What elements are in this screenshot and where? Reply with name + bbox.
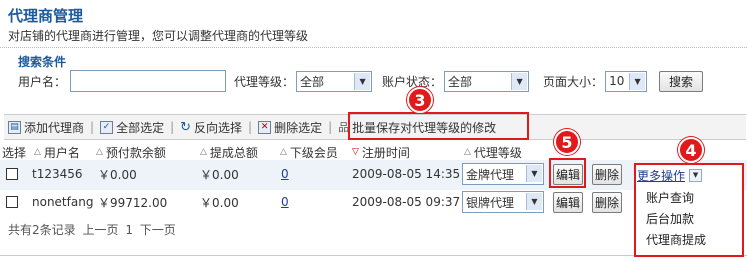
select-all-button[interactable]: ✓ 全部选定: [96, 119, 168, 136]
pagesize-label: 页面大小：: [543, 74, 604, 89]
pagesize-select[interactable]: 10 ▼: [605, 70, 648, 92]
edit-button[interactable]: 编辑: [553, 191, 583, 213]
username-label: 用户名：: [18, 74, 67, 89]
column-prepaid-label: 预付款余额: [105, 145, 166, 160]
column-prepaid[interactable]: △ 预付款余额: [96, 144, 166, 161]
delete-selected-label: 删除选定: [274, 120, 323, 135]
sort-down-icon: ▽: [352, 147, 359, 157]
page-subtitle: 对店铺的代理商进行管理，您可以调整代理商的代理等级: [8, 29, 309, 43]
row-checkbox[interactable]: [6, 196, 18, 208]
add-user-icon: ▤: [8, 120, 21, 134]
page-title: 代理商管理: [8, 7, 84, 25]
cell-prepaid: ￥99712.00: [98, 195, 168, 210]
table-header: 选择 △ 用户名 △ 预付款余额 △ 提成总额 △ 下级会员 ▽ 注册时间 △ 代理等级: [0, 142, 747, 162]
level-select[interactable]: 全部 ▼: [296, 70, 373, 92]
record-count: 共有2条记录: [8, 223, 76, 237]
column-level-label: 代理等级: [473, 145, 522, 160]
status-select[interactable]: 全部 ▼: [444, 70, 530, 92]
invert-selection-button[interactable]: ↻ 反向选择: [176, 119, 246, 136]
cell-regtime: 2009-08-05 09:37: [352, 195, 461, 209]
column-username-label: 用户名: [43, 145, 80, 160]
cell-withdraw: ￥0.00: [200, 167, 239, 182]
sort-up-icon: △: [96, 147, 103, 157]
delete-icon: ✕: [258, 120, 272, 134]
row-level-value: 金牌代理: [466, 167, 515, 182]
sort-up-icon: △: [280, 147, 287, 157]
add-agent-label: 添加代理商: [24, 120, 85, 135]
cell-regtime: 2009-08-05 14:35: [352, 167, 461, 181]
menu-item-backend-topup[interactable]: 后台加款: [646, 210, 694, 227]
divider: |: [170, 120, 175, 134]
annotation-badge: 5: [554, 129, 580, 155]
page-header: 代理商管理 对店铺的代理商进行管理，您可以调整代理商的代理等级: [0, 0, 747, 48]
username-input[interactable]: [70, 70, 227, 92]
sort-up-icon: △: [464, 147, 471, 157]
delete-button[interactable]: 删除: [592, 191, 622, 213]
more-actions-toggle[interactable]: 更多操作 ▼: [637, 167, 703, 184]
level-select-value: 全部: [300, 74, 325, 89]
cell-username: nonetfang: [32, 195, 94, 209]
cell-members-link[interactable]: 0: [281, 160, 289, 188]
search-bar: 用户名： 代理等级： 全部 ▼ 账户状态： 全部 ▼ 页面大小： 10 ▼ 搜索: [8, 68, 740, 94]
row-checkbox[interactable]: [6, 168, 18, 180]
column-members-label: 下级会员: [289, 145, 338, 160]
row-level-select[interactable]: 银牌代理 ▼: [462, 191, 544, 213]
column-members[interactable]: △ 下级会员: [280, 144, 338, 161]
sort-up-icon: △: [200, 147, 207, 157]
chevron-down-icon: ▼: [526, 165, 542, 182]
select-all-label: 全部选定: [116, 120, 165, 135]
invert-selection-label: 反向选择: [194, 120, 243, 135]
column-level[interactable]: △ 代理等级: [464, 144, 522, 161]
chevron-down-icon: ▼: [354, 72, 371, 90]
status-label: 账户状态：: [382, 74, 443, 89]
sort-up-icon: △: [34, 147, 41, 157]
next-page-link[interactable]: 下一页: [140, 223, 176, 237]
more-actions-menu: 更多操作 ▼ 账户查询 后台加款 代理商提成: [634, 163, 744, 257]
divider: |: [90, 120, 95, 134]
column-regtime-label: 注册时间: [361, 145, 410, 160]
highlight-box-edit: [549, 158, 586, 188]
cell-members-link[interactable]: 0: [281, 188, 289, 216]
column-withdraw-label: 提成总额: [209, 145, 258, 160]
level-label: 代理等级：: [234, 74, 295, 89]
prev-page-link[interactable]: 上一页: [82, 223, 118, 237]
cell-prepaid: ￥0.00: [98, 167, 137, 182]
column-select: 选择: [2, 145, 27, 160]
delete-selected-button[interactable]: ✕ 删除选定: [254, 119, 326, 136]
refresh-icon: ↻: [180, 119, 192, 135]
menu-item-account-query[interactable]: 账户查询: [646, 189, 694, 206]
column-regtime[interactable]: ▽ 注册时间: [352, 144, 410, 161]
chevron-down-icon: ▼: [629, 72, 646, 90]
column-withdraw[interactable]: △ 提成总额: [200, 144, 258, 161]
row-level-value: 银牌代理: [466, 195, 515, 210]
row-level-select[interactable]: 金牌代理 ▼: [462, 163, 544, 185]
annotation-badge: 4: [678, 137, 704, 163]
divider: |: [328, 120, 333, 134]
highlight-box-batch-save: [348, 112, 529, 140]
annotation-badge: 3: [407, 87, 433, 113]
cell-username: t123456: [32, 167, 83, 181]
column-username[interactable]: △ 用户名: [34, 144, 80, 161]
chevron-down-icon: ▼: [511, 72, 528, 90]
search-button[interactable]: 搜索: [659, 70, 704, 92]
status-select-value: 全部: [448, 74, 473, 89]
cell-withdraw: ￥0.00: [200, 195, 239, 210]
current-page: 1: [125, 223, 133, 237]
more-actions-label: 更多操作: [637, 169, 686, 183]
delete-button[interactable]: 删除: [592, 163, 622, 185]
divider: |: [248, 120, 253, 134]
checklist-icon: ✓: [100, 120, 114, 134]
add-agent-button[interactable]: ▤ 添加代理商: [4, 119, 88, 136]
chevron-down-icon: ▼: [689, 169, 703, 182]
chevron-down-icon: ▼: [526, 193, 542, 210]
pagesize-select-value: 10: [609, 74, 625, 88]
menu-item-agent-commission[interactable]: 代理商提成: [646, 231, 706, 248]
pagination: 共有2条记录 上一页 1 下一页: [8, 221, 176, 238]
